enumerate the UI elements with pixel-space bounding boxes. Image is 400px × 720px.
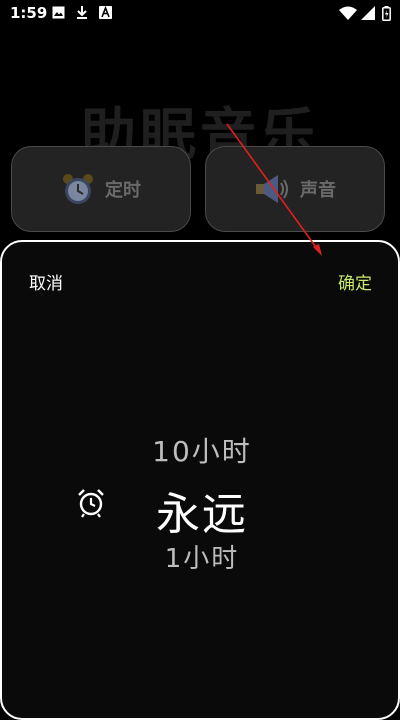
timer-card-label: 定时	[105, 180, 141, 201]
confirm-button[interactable]: 确定	[338, 269, 372, 294]
sound-card-label: 声音	[300, 180, 336, 201]
speaker-icon	[256, 175, 288, 203]
picker-option-selected[interactable]: 永远	[2, 478, 400, 542]
cancel-button[interactable]: 取消	[29, 269, 63, 294]
picker-option-next[interactable]: 1小时	[2, 538, 400, 575]
battery-icon	[382, 6, 391, 21]
timer-picker-sheet: 取消 确定 10小时 永远 1小时	[0, 240, 400, 720]
status-bar: 1:59	[0, 0, 400, 28]
download-icon	[77, 6, 87, 19]
timer-card[interactable]: 定时	[11, 146, 191, 232]
image-icon	[52, 6, 65, 19]
picker-option-prev[interactable]: 10小时	[2, 430, 400, 470]
alarm-clock-icon	[63, 174, 93, 204]
app-a-icon	[99, 6, 112, 19]
signal-icon	[361, 6, 375, 20]
sound-card[interactable]: 声音	[205, 146, 385, 232]
status-time: 1:59	[10, 4, 48, 22]
wifi-icon	[339, 6, 357, 20]
